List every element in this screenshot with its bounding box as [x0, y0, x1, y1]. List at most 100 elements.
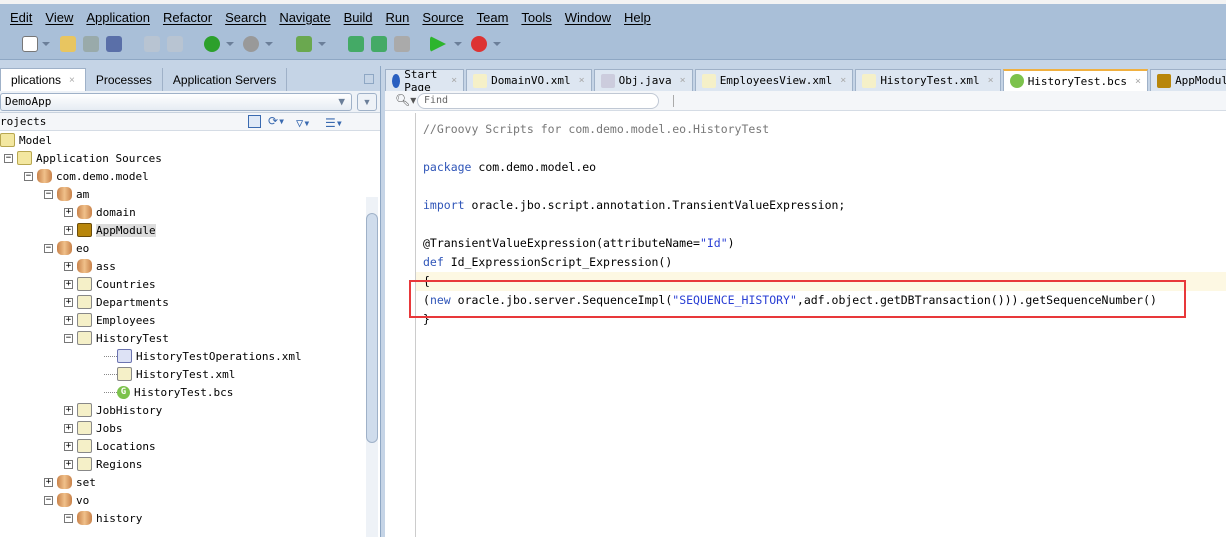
close-icon[interactable]: ×: [840, 75, 846, 86]
collapse-icon[interactable]: −: [64, 513, 73, 523]
toolbar: [0, 30, 1226, 60]
cancel-build-icon[interactable]: [394, 36, 410, 52]
tree-item[interactable]: + AppModule: [64, 221, 156, 239]
menu-navigate[interactable]: Navigate: [279, 10, 330, 25]
tree-item[interactable]: + Locations: [64, 437, 156, 455]
forward-icon[interactable]: [243, 36, 259, 52]
editor-tab[interactable]: AppModule.xml: [1150, 69, 1226, 91]
collapse-icon[interactable]: −: [44, 495, 53, 505]
debug-icon[interactable]: [471, 36, 487, 52]
tab-2[interactable]: Application Servers: [163, 68, 288, 91]
menu-application[interactable]: Application: [86, 10, 150, 25]
collapse-icon[interactable]: −: [24, 171, 33, 181]
sync-icon[interactable]: ⟳▾: [268, 115, 285, 128]
make-icon[interactable]: [348, 36, 364, 52]
sql-worksheet-icon[interactable]: [296, 36, 312, 52]
panel-tabs: plications × Processes Application Servers: [0, 66, 380, 91]
tree-item[interactable]: G HistoryTest.bcs: [104, 383, 233, 401]
editor-tab[interactable]: HistoryTest.xml ×: [855, 69, 1001, 91]
tab-0[interactable]: plications ×: [0, 68, 86, 91]
open-icon[interactable]: [60, 36, 76, 52]
close-icon[interactable]: ×: [69, 75, 75, 86]
tree-item[interactable]: − com.demo.model: [24, 167, 149, 185]
menu-help[interactable]: Help: [624, 10, 651, 25]
tree-scrollbar-thumb[interactable]: [366, 213, 378, 443]
tree-item[interactable]: + set: [44, 473, 96, 491]
menu-team[interactable]: Team: [477, 10, 509, 25]
search-icon[interactable]: [248, 115, 261, 128]
tree-item[interactable]: + Employees: [64, 311, 156, 329]
expand-icon[interactable]: +: [64, 459, 73, 469]
tree-item[interactable]: + Regions: [64, 455, 142, 473]
editor-tab[interactable]: Start Page ×: [385, 68, 465, 94]
tree-item[interactable]: − eo: [44, 239, 89, 257]
application-menu-button[interactable]: ▼: [357, 93, 377, 111]
collapse-icon[interactable]: −: [4, 153, 13, 163]
menu-run[interactable]: Run: [386, 10, 410, 25]
run-icon[interactable]: [430, 36, 446, 52]
expand-icon[interactable]: +: [64, 261, 73, 271]
tab-1[interactable]: Processes: [86, 68, 163, 91]
menu-view[interactable]: View: [45, 10, 73, 25]
tree-item[interactable]: − history: [64, 509, 142, 527]
application-selector[interactable]: DemoApp ▼: [0, 93, 352, 111]
close-icon[interactable]: ×: [1135, 76, 1141, 87]
highlight-annotation-box: [409, 280, 1186, 318]
tree-item[interactable]: HistoryTestOperations.xml: [104, 347, 302, 365]
close-icon[interactable]: ×: [988, 75, 994, 86]
undo-icon[interactable]: [144, 36, 160, 52]
tree-item[interactable]: + domain: [64, 203, 136, 221]
tree-item[interactable]: − am: [44, 185, 89, 203]
expand-icon[interactable]: +: [64, 441, 73, 451]
tree-item[interactable]: + Jobs: [64, 419, 123, 437]
collapse-icon[interactable]: −: [44, 243, 53, 253]
editor-tab[interactable]: EmployeesView.xml ×: [694, 69, 854, 91]
tree-item-label: am: [76, 187, 90, 201]
tree-item[interactable]: − Application Sources: [4, 149, 162, 167]
new-icon[interactable]: [22, 36, 38, 52]
tree-item[interactable]: HistoryTest.xml: [104, 365, 235, 383]
tree-item[interactable]: + ass: [64, 257, 116, 275]
save-all-icon[interactable]: [106, 36, 122, 52]
expand-icon[interactable]: +: [64, 423, 73, 433]
search-options-icon[interactable]: 🔍︎▾: [395, 93, 416, 107]
menu-search[interactable]: Search: [225, 10, 266, 25]
redo-icon[interactable]: [167, 36, 183, 52]
minimize-icon[interactable]: [364, 74, 374, 84]
close-icon[interactable]: ×: [680, 75, 686, 86]
code-area[interactable]: //Groovy Scripts for com.demo.model.eo.H…: [415, 113, 1226, 537]
expand-icon[interactable]: +: [64, 207, 73, 217]
close-icon[interactable]: ×: [451, 75, 457, 86]
save-icon[interactable]: [83, 36, 99, 52]
back-icon[interactable]: [204, 36, 220, 52]
expand-icon[interactable]: +: [64, 405, 73, 415]
editor-tab[interactable]: Obj.java ×: [593, 69, 693, 91]
editor-tab[interactable]: DomainVO.xml ×: [466, 69, 592, 91]
entity-object-icon: [862, 73, 877, 88]
expand-icon[interactable]: +: [64, 297, 73, 307]
menu-source[interactable]: Source: [422, 10, 463, 25]
expand-icon[interactable]: +: [44, 477, 53, 487]
tree-item[interactable]: + JobHistory: [64, 401, 162, 419]
close-icon[interactable]: ×: [579, 75, 585, 86]
rebuild-icon[interactable]: [371, 36, 387, 52]
tree-item[interactable]: − vo: [44, 491, 89, 509]
menu-tools[interactable]: Tools: [521, 10, 551, 25]
tree-item[interactable]: Model: [0, 131, 52, 149]
editor-tab[interactable]: HistoryTest.bcs ×: [1002, 69, 1149, 91]
expand-icon[interactable]: +: [64, 225, 73, 235]
collapse-icon[interactable]: −: [64, 333, 73, 343]
view-options-icon[interactable]: ☰▾: [325, 114, 343, 132]
filter-icon[interactable]: ▽▾: [296, 114, 310, 132]
menu-refactor[interactable]: Refactor: [163, 10, 212, 25]
tree-item[interactable]: − HistoryTest: [64, 329, 169, 347]
expand-icon[interactable]: +: [64, 279, 73, 289]
menu-window[interactable]: Window: [565, 10, 611, 25]
find-input[interactable]: Find: [417, 93, 659, 109]
menu-edit[interactable]: Edit: [10, 10, 32, 25]
collapse-icon[interactable]: −: [44, 189, 53, 199]
menu-build[interactable]: Build: [344, 10, 373, 25]
tree-item[interactable]: + Countries: [64, 275, 156, 293]
tree-item[interactable]: + Departments: [64, 293, 169, 311]
expand-icon[interactable]: +: [64, 315, 73, 325]
